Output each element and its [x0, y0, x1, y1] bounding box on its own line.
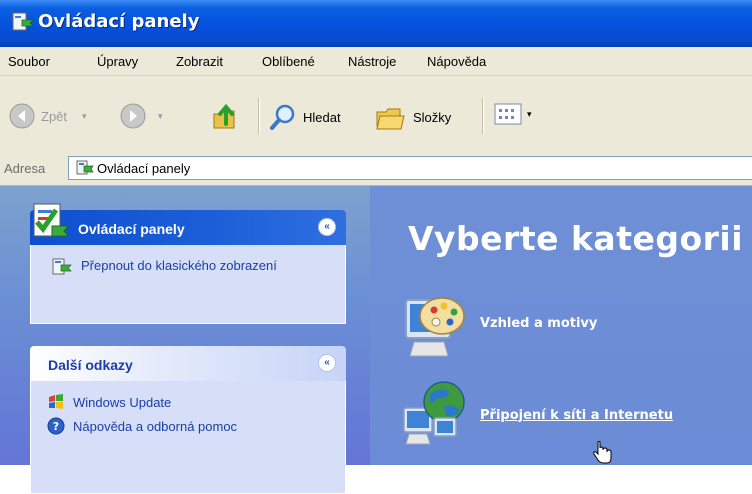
back-label: Zpět [41, 108, 68, 124]
category-label: Připojení k síti a Internetu [480, 407, 674, 423]
address-bar: Adresa Ovládací panely [0, 152, 752, 186]
svg-text:?: ? [53, 420, 59, 433]
address-field[interactable]: Ovládací panely [68, 156, 752, 180]
views-icon [494, 103, 522, 125]
task-box-header[interactable]: Další odkazy « [30, 346, 346, 381]
category-label: Vzhled a motivy [480, 315, 598, 331]
task-box-header[interactable]: Ovládací panely « [30, 203, 346, 245]
address-label: Adresa [4, 161, 46, 176]
folders-icon [376, 108, 405, 130]
menu-bar: Soubor Úpravy Zobrazit Oblíbené Nástroje… [0, 47, 752, 76]
menu-nastroje[interactable]: Nástroje [348, 54, 396, 69]
back-arrow-icon [9, 103, 35, 129]
menu-oblibene[interactable]: Oblíbené [262, 54, 315, 69]
switch-view-icon [52, 258, 72, 275]
menu-zobrazit[interactable]: Zobrazit [176, 54, 223, 69]
views-button[interactable]: ▾ [494, 102, 532, 126]
collapse-chevron-icon[interactable]: « [318, 354, 336, 372]
title-bar: Ovládací panely [0, 0, 752, 47]
menu-napoveda[interactable]: Nápověda [427, 54, 486, 69]
task-box-body: Přepnout do klasického zobrazení [30, 245, 346, 324]
switch-classic-view-link[interactable]: Přepnout do klasického zobrazení [51, 257, 281, 277]
help-icon: ? [47, 417, 65, 435]
collapse-chevron-icon[interactable]: « [318, 218, 336, 236]
help-support-label: Nápověda a odborná pomoc [73, 418, 238, 434]
category-appearance-themes[interactable]: Vzhled a motivy [400, 286, 597, 360]
folders-label: Složky [413, 109, 452, 125]
search-icon [270, 104, 295, 130]
back-button[interactable]: Zpět ▾ [8, 102, 87, 130]
folder-up-icon [213, 103, 235, 129]
window-title: Ovládací panely [38, 11, 200, 32]
appearance-themes-icon [405, 297, 465, 357]
task-box-body: Windows Update ? Nápověda a odborná pomo… [30, 381, 346, 494]
category-view: Vyberte kategorii Vzhled a motivy Připoj… [370, 186, 752, 465]
page-heading: Vyberte kategorii [408, 219, 744, 258]
folders-button[interactable]: Složky [374, 102, 451, 132]
control-panel-task-box: Ovládací panely « Přepnout do klasického… [30, 203, 346, 324]
search-label: Hledat [303, 109, 341, 125]
control-panel-checklist-icon [33, 203, 70, 237]
control-panel-icon [76, 160, 94, 175]
forward-arrow-icon [120, 103, 146, 129]
task-box-title: Další odkazy [48, 357, 133, 373]
toolbar-separator [482, 98, 484, 134]
address-value: Ovládací panely [97, 161, 191, 176]
search-button[interactable]: Hledat [268, 102, 341, 132]
hand-cursor-icon [593, 441, 612, 464]
task-box-title: Ovládací panely [78, 221, 185, 237]
help-support-link[interactable]: ? Nápověda a odborná pomoc [47, 417, 237, 435]
toolbar-separator [258, 98, 260, 134]
forward-button[interactable]: ▾ [119, 102, 163, 130]
windows-update-label: Windows Update [73, 394, 172, 410]
toolbar: Zpět ▾ ▾ Hledat Složky ▾ [0, 76, 752, 153]
menu-upravy[interactable]: Úpravy [97, 54, 138, 69]
switch-classic-view-label: Přepnout do klasického zobrazení [81, 258, 277, 273]
back-dropdown-icon[interactable]: ▾ [82, 111, 87, 122]
windows-update-link[interactable]: Windows Update [47, 393, 171, 411]
category-network-internet[interactable]: Připojení k síti a Internetu [400, 378, 673, 452]
windows-update-icon [49, 394, 63, 409]
control-panel-icon [12, 12, 34, 31]
other-links-task-box: Další odkazy « Windows Update ? Nápověda… [30, 346, 346, 494]
forward-dropdown-icon[interactable]: ▾ [158, 111, 163, 122]
network-internet-icon [403, 381, 465, 445]
views-dropdown-icon[interactable]: ▾ [527, 109, 532, 120]
menu-soubor[interactable]: Soubor [8, 54, 50, 69]
up-button[interactable] [210, 102, 242, 132]
